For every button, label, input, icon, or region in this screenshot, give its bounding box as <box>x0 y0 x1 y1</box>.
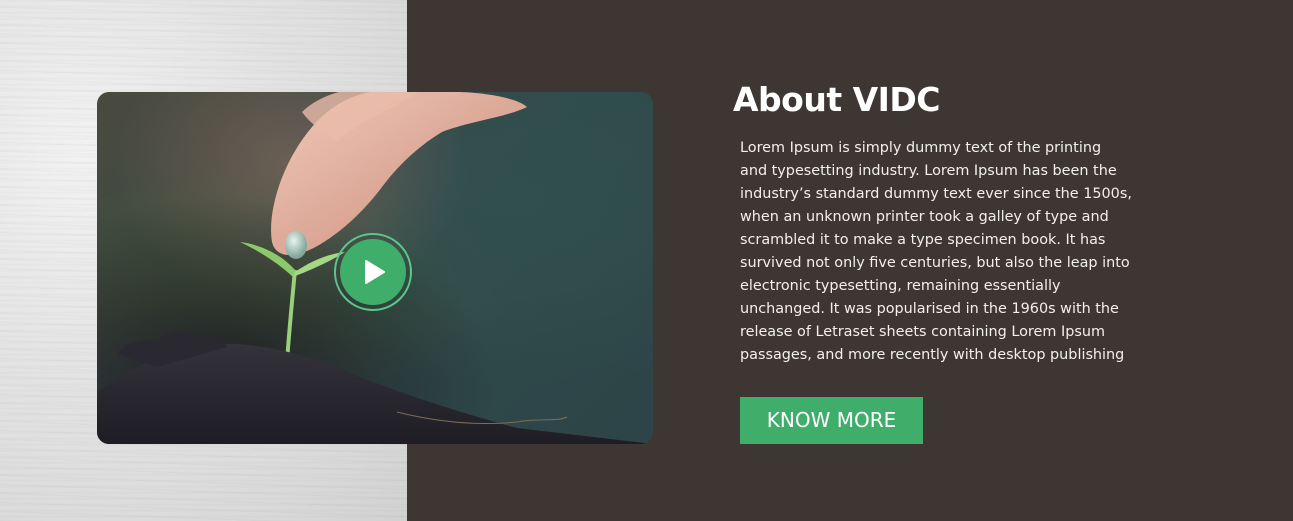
play-button[interactable] <box>334 233 412 311</box>
video-thumbnail[interactable] <box>97 92 653 444</box>
play-icon <box>365 260 385 284</box>
section-description: Lorem Ipsum is simply dummy text of the … <box>740 140 1132 363</box>
section-title: About VIDC <box>733 80 941 119</box>
know-more-button[interactable]: KNOW MORE <box>740 397 923 444</box>
play-button-fill <box>340 239 406 305</box>
